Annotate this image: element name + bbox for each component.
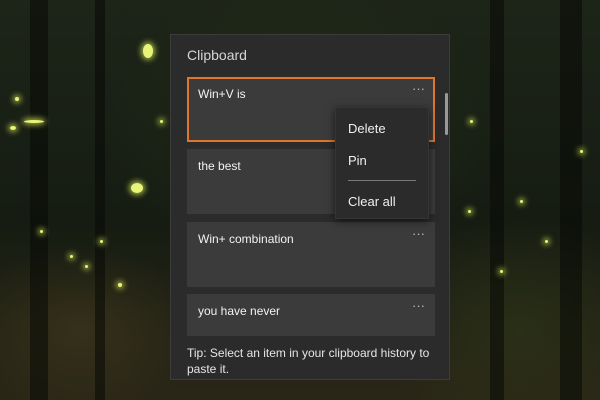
firefly bbox=[40, 230, 43, 233]
firefly bbox=[500, 270, 503, 273]
firefly bbox=[15, 97, 19, 101]
firefly bbox=[468, 210, 471, 213]
firefly bbox=[118, 283, 122, 287]
tree-trunk bbox=[560, 0, 582, 400]
firefly bbox=[520, 200, 523, 203]
clipboard-item-text: Win+V is bbox=[198, 87, 246, 101]
menu-item-pin[interactable]: Pin bbox=[348, 153, 367, 168]
clipboard-item[interactable]: you have never ··· bbox=[187, 294, 435, 336]
menu-item-clear-all[interactable]: Clear all bbox=[348, 194, 396, 209]
more-horizontal-icon[interactable]: ··· bbox=[412, 298, 425, 313]
firefly bbox=[143, 44, 153, 58]
context-menu: Delete Pin Clear all bbox=[335, 107, 429, 219]
panel-title: Clipboard bbox=[187, 47, 247, 63]
firefly bbox=[580, 150, 583, 153]
firefly bbox=[160, 120, 163, 123]
firefly bbox=[70, 255, 73, 258]
tree-trunk bbox=[490, 0, 504, 400]
tip-text: Tip: Select an item in your clipboard hi… bbox=[187, 346, 430, 376]
firefly bbox=[24, 120, 44, 123]
more-horizontal-icon[interactable]: ··· bbox=[412, 226, 425, 241]
tree-trunk bbox=[30, 0, 48, 400]
clipboard-item-text: the best bbox=[198, 159, 241, 173]
firefly bbox=[131, 183, 143, 193]
menu-item-delete[interactable]: Delete bbox=[348, 121, 386, 136]
firefly bbox=[10, 126, 16, 130]
firefly bbox=[100, 240, 103, 243]
firefly bbox=[85, 265, 88, 268]
clipboard-item-text: Win+ combination bbox=[198, 232, 294, 246]
firefly bbox=[545, 240, 548, 243]
more-horizontal-icon[interactable]: ··· bbox=[412, 81, 425, 96]
clipboard-item-text: you have never bbox=[198, 304, 281, 318]
clipboard-item[interactable]: Win+ combination ··· bbox=[187, 222, 435, 287]
scrollbar-thumb[interactable] bbox=[445, 93, 448, 135]
menu-separator bbox=[348, 180, 416, 181]
tree-trunk bbox=[95, 0, 105, 400]
firefly bbox=[470, 120, 473, 123]
